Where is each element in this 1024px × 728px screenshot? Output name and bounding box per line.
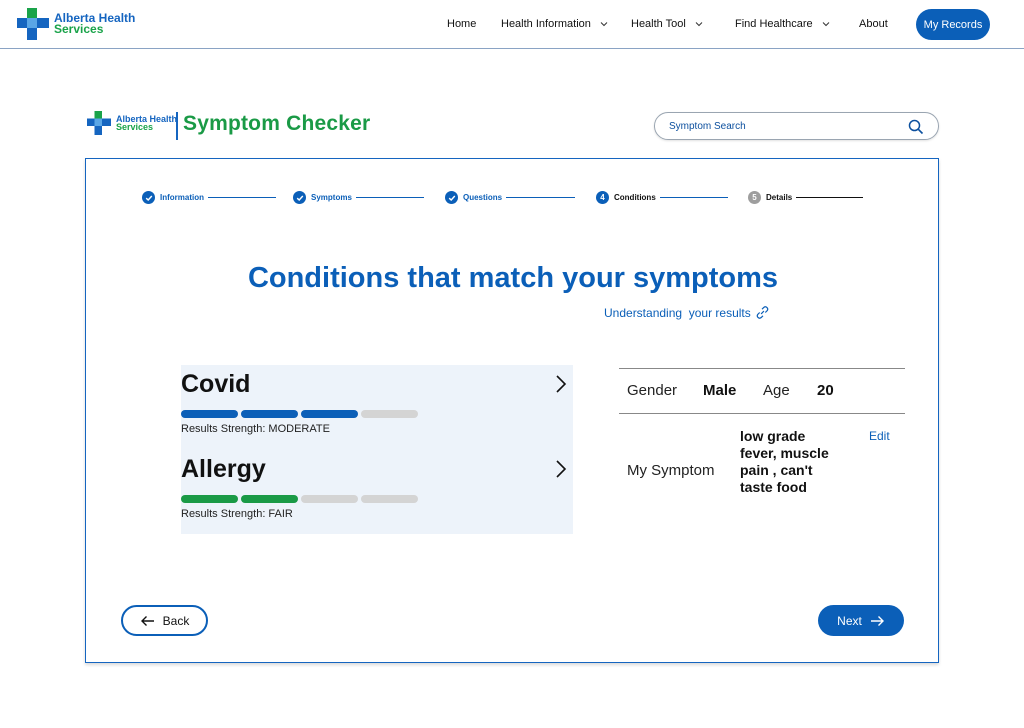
step-connector (659, 197, 728, 198)
check-icon (445, 191, 458, 204)
condition-name: Covid (181, 370, 251, 398)
step-connector (208, 197, 276, 198)
symptom-search-input[interactable] (669, 120, 889, 132)
step-conditions[interactable]: 4 Conditions (596, 191, 728, 204)
step-label: Symptoms (311, 193, 352, 202)
nav-item-about[interactable]: About (859, 0, 888, 48)
nav-item-health-information[interactable]: Health Information (501, 0, 608, 48)
step-number: 4 (596, 191, 609, 204)
nav-item-home[interactable]: Home (447, 0, 476, 48)
chevron-down-icon (600, 22, 608, 27)
check-icon (142, 191, 155, 204)
symptom-label: My Symptom (627, 462, 715, 479)
strength-bar (181, 410, 421, 418)
gender-label: Gender (627, 382, 678, 399)
nav-item-find-healthcare[interactable]: Find Healthcare (735, 0, 830, 48)
nav-item-label: Health Information (501, 18, 591, 30)
gender-value: Male (703, 382, 737, 399)
next-button[interactable]: Next (818, 605, 904, 636)
back-button[interactable]: Back (121, 605, 208, 636)
symptom-value: low grade fever, muscle pain , can't tas… (740, 428, 829, 495)
my-records-button[interactable]: My Records (916, 9, 990, 40)
symptom-search-box[interactable] (654, 112, 939, 140)
arrow-left-icon (140, 615, 154, 626)
chevron-right-icon[interactable] (554, 459, 568, 479)
step-label: Details (766, 193, 793, 202)
age-label: Age (763, 382, 790, 399)
understanding-results-link[interactable]: Understanding your results (604, 305, 770, 320)
ahs-cross-icon (87, 111, 111, 135)
nav-item-health-tool[interactable]: Health Tool (631, 0, 703, 48)
strength-segment-empty (361, 495, 418, 503)
strength-label: Results Strength: FAIR (181, 508, 293, 520)
top-navigation-bar: Alberta Health Services Home Health Info… (0, 0, 1024, 49)
age-value: 20 (817, 382, 834, 399)
edit-symptoms-link[interactable]: Edit (869, 429, 890, 443)
step-connector (355, 197, 424, 198)
nav-item-label: Health Tool (631, 18, 686, 30)
condition-item-covid[interactable]: Covid Results Strength: MODERATE (181, 370, 573, 440)
strength-label: Results Strength: MODERATE (181, 423, 330, 435)
next-button-label: Next (837, 613, 862, 628)
brand-name-line2: Services (54, 22, 104, 36)
condition-name: Allergy (181, 455, 266, 483)
step-connector (796, 197, 864, 198)
conditions-list: Covid Results Strength: MODERATE Allergy… (181, 365, 573, 534)
search-icon[interactable] (908, 119, 924, 135)
conditions-heading: Conditions that match your symptoms (247, 262, 779, 294)
page-title: Symptom Checker (183, 112, 371, 135)
divider (619, 413, 905, 414)
strength-segment-filled (241, 495, 298, 503)
divider (619, 368, 905, 369)
nav-item-label: Find Healthcare (735, 18, 813, 30)
step-label: Questions (463, 193, 503, 202)
step-symptoms[interactable]: Symptoms (293, 191, 424, 204)
header-divider (176, 112, 178, 140)
step-information[interactable]: Information (142, 191, 276, 204)
strength-segment-empty (301, 495, 358, 503)
check-icon (293, 191, 306, 204)
nav-item-label: Home (447, 18, 477, 30)
nav-item-label: About (859, 18, 888, 30)
strength-segment-filled (301, 410, 358, 418)
link-icon (756, 306, 768, 319)
symptom-checker-brand-logo: Alberta Health Services (87, 111, 177, 135)
strength-bar (181, 495, 421, 503)
step-details[interactable]: 5 Details (748, 191, 864, 204)
conditions-card: Information Symptoms Questions 4 Conditi… (85, 158, 939, 663)
chevron-down-icon (822, 22, 830, 27)
strength-segment-empty (361, 410, 418, 418)
strength-segment-filled (181, 410, 238, 418)
step-number: 5 (748, 191, 761, 204)
step-label: Information (160, 193, 204, 202)
brand-name: Alberta Health Services (116, 115, 177, 132)
strength-segment-filled (241, 410, 298, 418)
arrow-right-icon (870, 615, 884, 626)
step-label: Conditions (614, 193, 656, 202)
brand-name-line2: Services (116, 122, 154, 132)
back-button-label: Back (162, 613, 190, 628)
chevron-down-icon (695, 22, 703, 27)
chevron-right-icon[interactable] (554, 374, 568, 394)
ahs-cross-icon (17, 8, 49, 40)
condition-item-allergy[interactable]: Allergy Results Strength: FAIR (181, 455, 573, 525)
strength-segment-filled (181, 495, 238, 503)
step-connector (506, 197, 576, 198)
link-label: Understanding your results (604, 305, 751, 320)
step-questions[interactable]: Questions (445, 191, 576, 204)
brand-name: Alberta Health Services (54, 12, 135, 36)
brand-logo[interactable]: Alberta Health Services (17, 8, 135, 40)
